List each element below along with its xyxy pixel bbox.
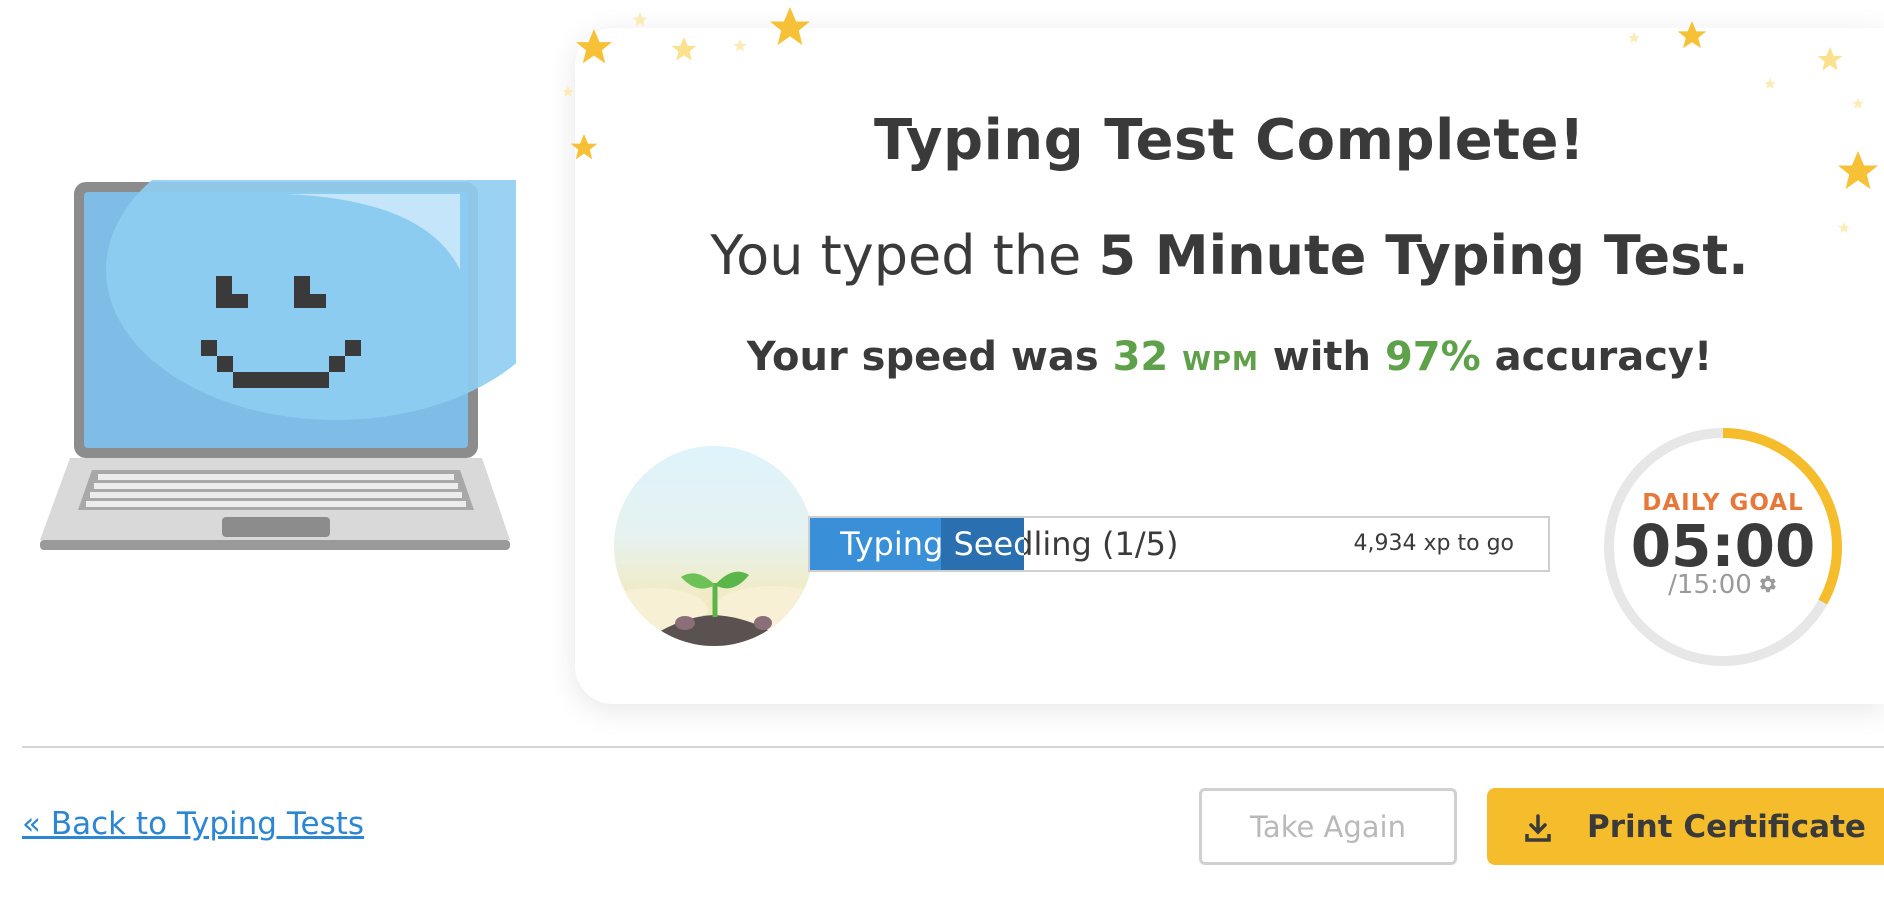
- subtitle-prefix: You typed the: [710, 224, 1099, 287]
- speed-prefix: Your speed was: [746, 334, 1113, 380]
- speed-unit: WPM: [1182, 347, 1259, 377]
- level-progress-bar: Typing Seedling (1/5) 4,934 xp to go: [808, 516, 1550, 572]
- speed-summary: Your speed was 32 WPM with 97% accuracy!: [575, 334, 1884, 380]
- level-label: Typing Seedling (1/5): [840, 518, 1178, 570]
- take-again-button[interactable]: Take Again: [1199, 788, 1457, 865]
- daily-goal-total-wrap: /15:00: [1600, 570, 1846, 600]
- speed-value: 32: [1112, 334, 1169, 380]
- result-title: Typing Test Complete!: [873, 108, 1586, 173]
- laptop-mascot-icon: [40, 180, 516, 550]
- print-certificate-label: Print Certificate: [1587, 808, 1866, 845]
- test-name: 5 Minute Typing Test.: [1098, 224, 1749, 287]
- back-to-tests-link[interactable]: « Back to Typing Tests: [22, 806, 364, 842]
- speed-middle: with: [1258, 334, 1385, 380]
- gear-icon[interactable]: [1756, 573, 1778, 595]
- daily-goal-total: /15:00: [1668, 570, 1752, 600]
- accuracy-value: 97%: [1384, 334, 1481, 380]
- divider: [22, 746, 1884, 748]
- speed-suffix: accuracy!: [1480, 334, 1713, 380]
- xp-to-go: 4,934 xp to go: [1353, 531, 1514, 556]
- download-icon: [1525, 813, 1551, 842]
- print-certificate-button[interactable]: Print Certificate: [1487, 788, 1884, 865]
- seedling-icon: [614, 446, 814, 646]
- result-subtitle: You typed the 5 Minute Typing Test.: [575, 224, 1884, 287]
